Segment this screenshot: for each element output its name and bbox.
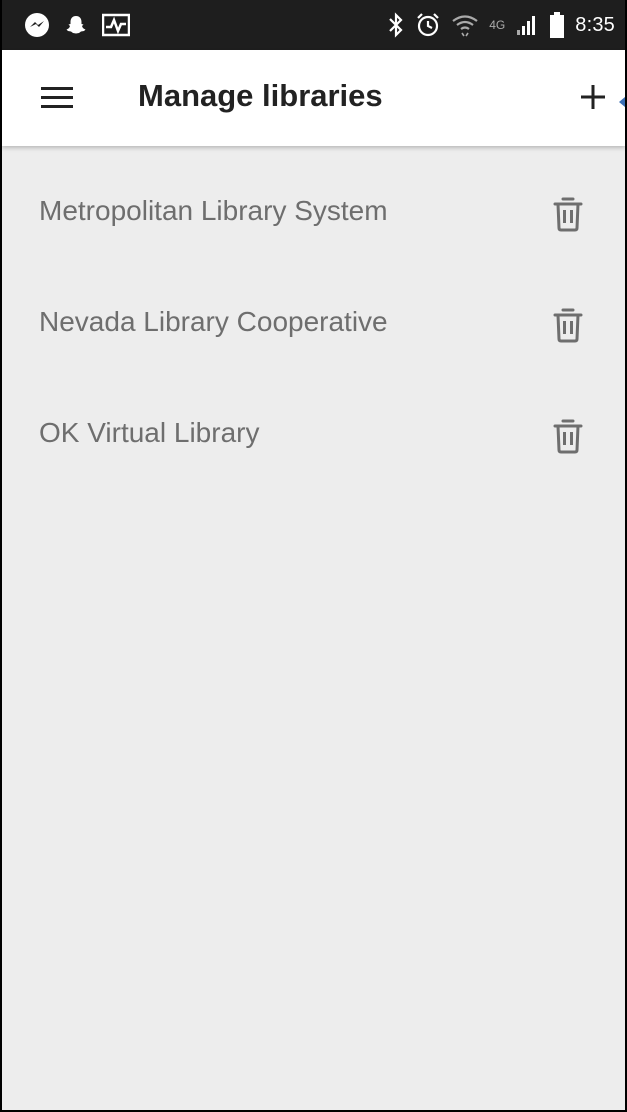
trash-icon (553, 419, 583, 454)
library-name: Metropolitan Library System (39, 195, 388, 226)
status-left-icons (24, 0, 130, 50)
alarm-icon (415, 12, 441, 38)
signal-icon (515, 13, 539, 37)
battery-icon (549, 11, 565, 39)
network-label: 4G (489, 18, 506, 32)
page-title: Manage libraries (138, 78, 383, 113)
trash-icon (553, 308, 583, 343)
bluetooth-icon (387, 12, 405, 38)
library-name: Nevada Library Cooperative (39, 306, 388, 337)
snapchat-icon (64, 13, 88, 37)
screen: 4G 8:35 Manage libraries Metropolitan Li… (0, 0, 627, 1112)
add-library-button[interactable] (576, 80, 610, 114)
library-item[interactable]: OK Virtual Library (2, 368, 625, 479)
delete-library-button[interactable] (552, 418, 584, 454)
library-list: Metropolitan Library System Nevada Libra… (2, 146, 625, 479)
activity-icon (102, 13, 130, 37)
overflow-hint-icon (619, 94, 625, 107)
status-bar: 4G 8:35 (2, 0, 625, 50)
delete-library-button[interactable] (552, 307, 584, 343)
status-time: 8:35 (575, 13, 615, 36)
app-bar: Manage libraries (2, 50, 625, 146)
delete-library-button[interactable] (552, 196, 584, 232)
lte-icon: 4G (489, 18, 505, 32)
hamburger-menu-icon[interactable] (38, 83, 76, 113)
messenger-icon (24, 12, 50, 38)
wifi-icon (451, 12, 479, 38)
plus-icon (581, 85, 605, 109)
library-item[interactable]: Metropolitan Library System (2, 146, 625, 257)
status-right-icons: 4G 8:35 (387, 0, 615, 50)
trash-icon (553, 197, 583, 232)
library-item[interactable]: Nevada Library Cooperative (2, 257, 625, 368)
library-name: OK Virtual Library (39, 417, 260, 448)
